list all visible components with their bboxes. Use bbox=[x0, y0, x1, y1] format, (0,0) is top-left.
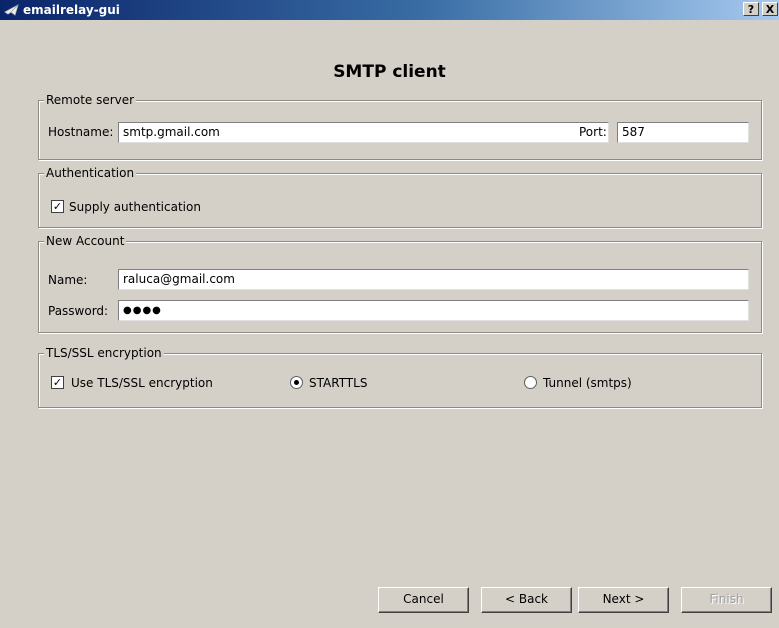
password-label: Password: bbox=[48, 304, 109, 318]
port-label: Port: bbox=[579, 125, 607, 139]
tunnel-label[interactable]: Tunnel (smtps) bbox=[543, 376, 632, 390]
port-input[interactable]: 587 bbox=[617, 122, 749, 143]
password-input[interactable]: ●●●● bbox=[118, 300, 749, 321]
tls-legend: TLS/SSL encryption bbox=[44, 346, 164, 360]
hostname-input[interactable]: smtp.gmail.com bbox=[118, 122, 609, 143]
title-bar: emailrelay-gui ? X bbox=[0, 0, 779, 20]
starttls-radio[interactable] bbox=[290, 376, 303, 389]
use-tls-checkbox[interactable]: ✓ bbox=[51, 376, 64, 389]
envelope-icon bbox=[4, 3, 20, 20]
new-account-group: New Account Name: raluca@gmail.com Passw… bbox=[38, 234, 762, 333]
tunnel-radio[interactable] bbox=[524, 376, 537, 389]
remote-server-group: Remote server Hostname: smtp.gmail.com P… bbox=[38, 93, 762, 160]
window-title: emailrelay-gui bbox=[23, 3, 120, 17]
close-button[interactable]: X bbox=[762, 2, 778, 16]
remote-server-legend: Remote server bbox=[44, 93, 137, 107]
page-title: SMTP client bbox=[333, 62, 446, 82]
back-button[interactable]: < Back bbox=[481, 587, 572, 613]
supply-authentication-label[interactable]: Supply authentication bbox=[69, 200, 201, 214]
new-account-legend: New Account bbox=[44, 234, 127, 248]
cancel-button[interactable]: Cancel bbox=[378, 587, 469, 613]
finish-button[interactable]: Finish bbox=[681, 587, 772, 613]
help-button[interactable]: ? bbox=[743, 2, 759, 16]
radio-selected-dot bbox=[294, 380, 299, 385]
tls-group: TLS/SSL encryption ✓ Use TLS/SSL encrypt… bbox=[38, 346, 762, 408]
next-button[interactable]: Next > bbox=[578, 587, 669, 613]
name-input[interactable]: raluca@gmail.com bbox=[118, 269, 749, 290]
authentication-legend: Authentication bbox=[44, 166, 137, 180]
supply-authentication-checkbox[interactable]: ✓ bbox=[51, 200, 64, 213]
authentication-group: Authentication ✓ Supply authentication bbox=[38, 166, 762, 228]
name-label: Name: bbox=[48, 273, 88, 287]
use-tls-label[interactable]: Use TLS/SSL encryption bbox=[71, 376, 213, 390]
hostname-label: Hostname: bbox=[48, 125, 114, 139]
starttls-label[interactable]: STARTTLS bbox=[309, 376, 367, 390]
